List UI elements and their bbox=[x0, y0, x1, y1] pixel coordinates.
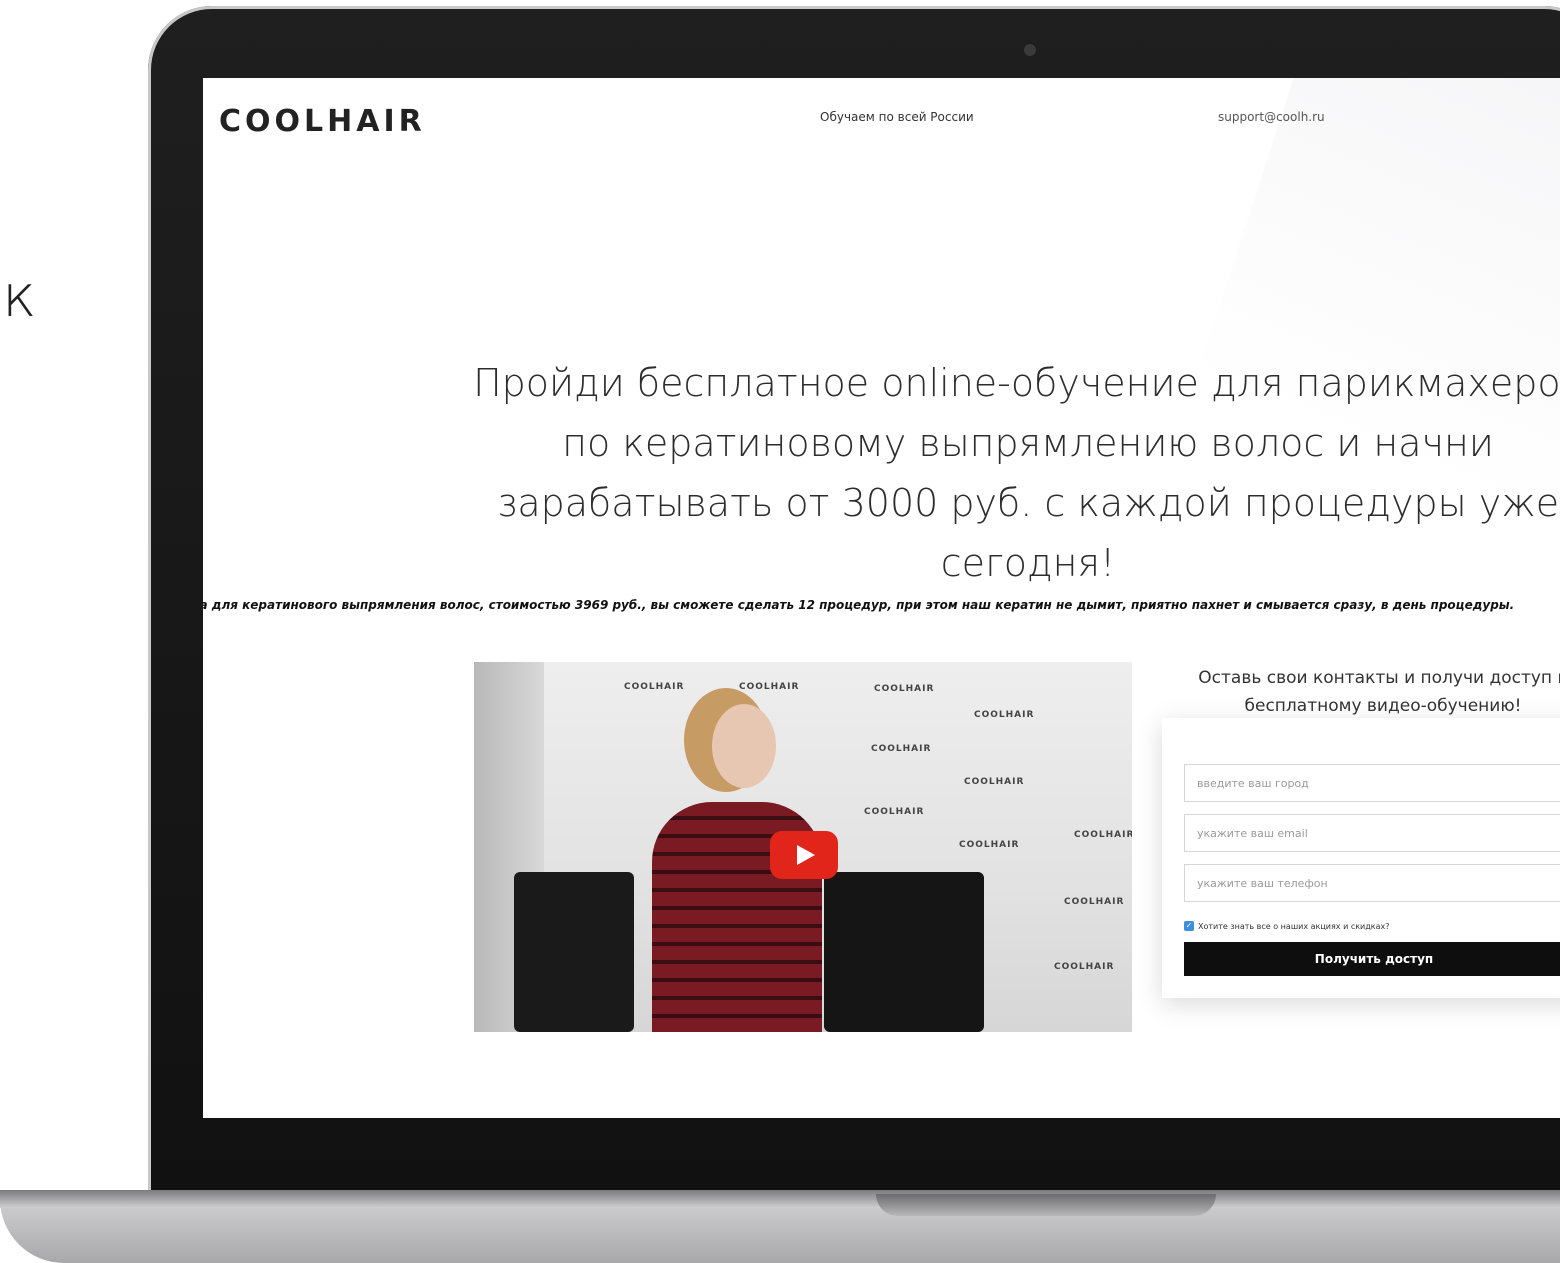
promo-video[interactable]: COOLHAIR COOLHAIR COOLHAIR COOLHAIR COOL… bbox=[474, 662, 1132, 1032]
get-access-button[interactable]: Получить доступ bbox=[1184, 942, 1560, 976]
laptop-notch bbox=[876, 1194, 1216, 1216]
brand-logo[interactable]: COOLHAIR bbox=[219, 104, 426, 139]
cart-right bbox=[824, 872, 984, 1032]
video-backdrop-logo: COOLHAIR bbox=[959, 840, 1020, 850]
play-button[interactable] bbox=[770, 831, 838, 879]
promo-checkbox-label: Хотите знать все о наших акциях и скидка… bbox=[1198, 921, 1390, 931]
support-email-link[interactable]: support@coolh.ru bbox=[1218, 110, 1325, 124]
promo-checkbox-row[interactable]: ✓ Хотите знать все о наших акциях и скид… bbox=[1184, 919, 1390, 933]
video-backdrop-logo: COOLHAIR bbox=[864, 807, 925, 817]
video-backdrop-logo: COOLHAIR bbox=[1054, 962, 1115, 972]
phone-input[interactable] bbox=[1184, 864, 1560, 902]
email-input[interactable] bbox=[1184, 814, 1560, 852]
laptop-screen: COOLHAIR Обучаем по всей России support@… bbox=[203, 78, 1560, 1118]
form-heading: Оставь свои контакты и получи доступ к б… bbox=[1198, 668, 1560, 716]
video-backdrop-logo: COOLHAIR bbox=[1074, 830, 1132, 840]
video-backdrop-logo: COOLHAIR bbox=[974, 710, 1035, 720]
youtube-play-icon bbox=[797, 845, 815, 865]
hero-title: Пройди бесплатное online-обучение для па… bbox=[473, 361, 1560, 586]
hero-subtitle: С одного набора для кератинового выпрямл… bbox=[203, 598, 1515, 612]
promo-checkbox[interactable]: ✓ bbox=[1184, 921, 1194, 931]
video-backdrop-logo: COOLHAIR bbox=[964, 777, 1025, 787]
video-backdrop-logo: COOLHAIR bbox=[874, 684, 935, 694]
city-input[interactable] bbox=[1184, 764, 1560, 802]
presenter-head bbox=[712, 704, 776, 788]
video-backdrop-logo: COOLHAIR bbox=[1064, 897, 1125, 907]
header-tagline: Обучаем по всей России bbox=[820, 110, 974, 124]
signup-form: ✓ Хотите знать все о наших акциях и скид… bbox=[1162, 718, 1560, 998]
video-backdrop-logo: COOLHAIR bbox=[739, 682, 800, 692]
video-backdrop-logo: COOLHAIR bbox=[871, 744, 932, 754]
laptop-base-lip bbox=[0, 1190, 1560, 1208]
side-letter: к bbox=[2, 262, 37, 330]
cart-left bbox=[514, 872, 634, 1032]
laptop-camera bbox=[1024, 44, 1036, 56]
video-backdrop-logo: COOLHAIR bbox=[624, 682, 685, 692]
